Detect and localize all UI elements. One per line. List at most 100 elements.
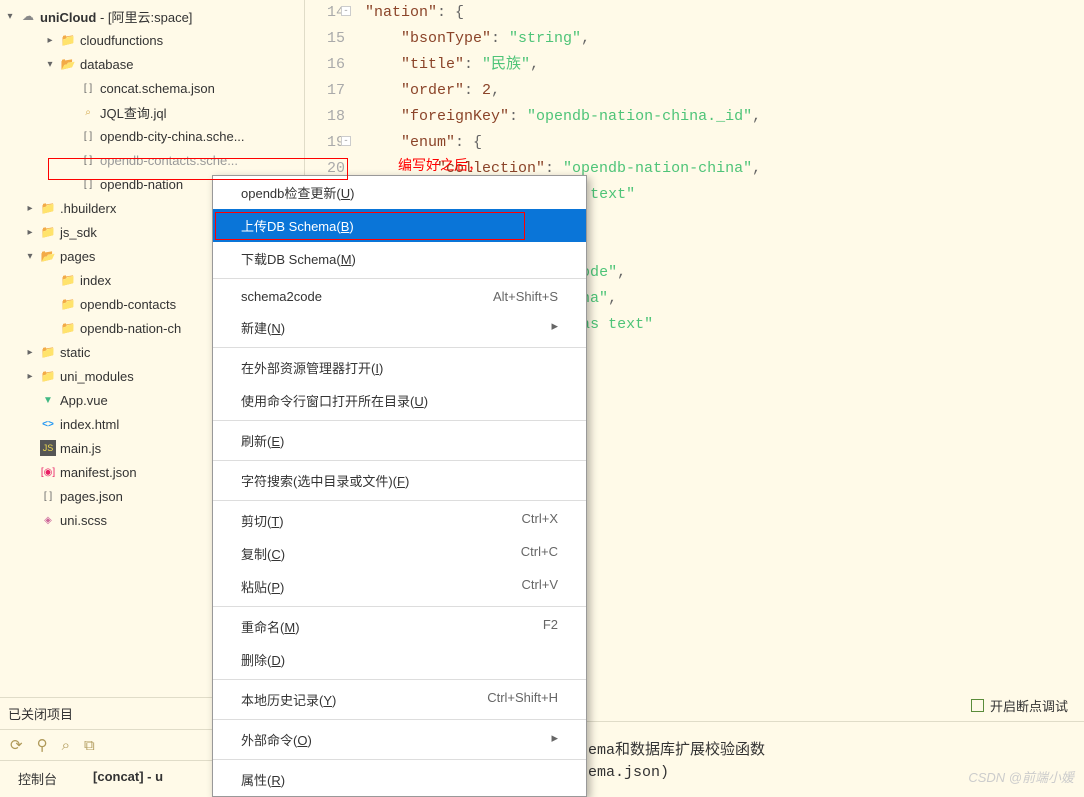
menu-item[interactable]: 属性(R) <box>213 763 586 796</box>
tree-item[interactable]: [ ] opendb-city-china.sche... <box>0 124 304 148</box>
json-icon: [ ] <box>80 128 96 144</box>
menu-separator <box>213 500 586 501</box>
line-number: 18 <box>305 104 345 130</box>
tree-item[interactable]: [ ]opendb-contacts.sche... <box>0 148 304 172</box>
breakpoint-toggle[interactable]: 开启断点调试 <box>971 696 1068 715</box>
chevron-right-icon[interactable]: ▸ <box>24 347 36 358</box>
code-line: "bsonType": "string", <box>365 26 1084 52</box>
menu-item[interactable]: 刷新(E) <box>213 424 586 457</box>
folder-icon: 📁 <box>40 344 56 360</box>
chevron-right-icon[interactable]: ▸ <box>24 371 36 382</box>
tree-root[interactable]: ▾ ☁ uniCloud - [阿里云:space] <box>0 4 304 28</box>
json-icon: [ ] <box>40 488 56 504</box>
menu-item[interactable]: 在外部资源管理器打开(I) <box>213 351 586 384</box>
shortcut-label: F2 <box>543 617 558 636</box>
menu-item[interactable]: 上传DB Schema(B) <box>213 209 586 242</box>
filter-icon[interactable]: ⚲ <box>37 736 48 754</box>
tree-item-label: pages.json <box>60 489 123 504</box>
tab-console[interactable]: 控制台 <box>0 761 75 796</box>
console-fragment: ema和数据库扩展校验函数ema.json) <box>588 740 765 784</box>
tree-item[interactable]: [ ] concat.schema.json <box>0 76 304 100</box>
chevron-down-icon[interactable]: ▾ <box>44 59 56 70</box>
chevron-right-icon[interactable]: ▸ <box>24 227 36 238</box>
menu-item-label: 属性(R) <box>241 770 285 789</box>
tree-item-label: index <box>80 273 111 288</box>
json-icon: [ ] <box>80 176 96 192</box>
chevron-down-icon[interactable]: ▾ <box>4 11 16 22</box>
menu-item[interactable]: 删除(D) <box>213 643 586 676</box>
shortcut-label: Alt+Shift+S <box>493 289 558 304</box>
menu-item-label: opendb检查更新(U) <box>241 183 354 202</box>
menu-item-label: 下载DB Schema(M) <box>241 249 356 268</box>
tree-item-label: index.html <box>60 417 119 432</box>
menu-item-label: 剪切(T) <box>241 511 284 530</box>
menu-item-label: 在外部资源管理器打开(I) <box>241 358 383 377</box>
sync-icon[interactable]: ⟳ <box>10 736 23 754</box>
folder-icon: 📁 <box>40 224 56 240</box>
checkbox-icon[interactable] <box>971 699 984 712</box>
menu-item-label: 复制(C) <box>241 544 285 563</box>
scss-icon: ◈ <box>40 512 56 528</box>
tree-item-label: static <box>60 345 90 360</box>
folder-icon: 📁 <box>40 368 56 384</box>
menu-item[interactable]: 使用命令行窗口打开所在目录(U) <box>213 384 586 417</box>
chevron-down-icon[interactable]: ▾ <box>24 251 36 262</box>
code-line: "nation": { <box>365 0 1084 26</box>
menu-item[interactable]: 下载DB Schema(M) <box>213 242 586 275</box>
tree-item-label: pages <box>60 249 95 264</box>
menu-item[interactable]: 本地历史记录(Y) Ctrl+Shift+H <box>213 683 586 716</box>
fold-icon[interactable]: - <box>341 6 351 16</box>
tree-item[interactable]: ▾📂database <box>0 52 304 76</box>
chevron-right-icon: ▸ <box>551 318 558 337</box>
menu-item[interactable]: 外部命令(O)▸ <box>213 723 586 756</box>
tree-item-label: opendb-city-china.sche... <box>100 129 245 144</box>
search-icon[interactable]: ⌕ <box>62 737 70 754</box>
json-icon: [ ] <box>80 80 96 96</box>
tab-concat[interactable]: [concat] - u <box>75 761 181 796</box>
fold-icon[interactable]: - <box>341 136 351 146</box>
menu-separator <box>213 719 586 720</box>
tree-item-label: manifest.json <box>60 465 137 480</box>
context-menu[interactable]: opendb检查更新(U) 上传DB Schema(B) 下载DB Schema(M… <box>212 175 587 797</box>
link-icon[interactable]: ⧉ <box>84 737 95 754</box>
shortcut-label: Ctrl+X <box>522 511 558 530</box>
tree-item-label: js_sdk <box>60 225 97 240</box>
chevron-right-icon[interactable]: ▸ <box>44 35 56 46</box>
tree-item-label: App.vue <box>60 393 108 408</box>
menu-separator <box>213 606 586 607</box>
tree-item[interactable]: ▸ 📁 cloudfunctions <box>0 28 304 52</box>
code-line: "foreignKey": "opendb-nation-china._id", <box>365 104 1084 130</box>
tree-item-label: opendb-nation <box>100 177 183 192</box>
code-line: "enum": { <box>365 130 1084 156</box>
tree-item-label: opendb-contacts <box>80 297 176 312</box>
menu-item[interactable]: 剪切(T) Ctrl+X <box>213 504 586 537</box>
menu-item-label: 使用命令行窗口打开所在目录(U) <box>241 391 428 410</box>
js-icon: JS <box>40 440 56 456</box>
menu-item[interactable]: 新建(N)▸ <box>213 311 586 344</box>
menu-separator <box>213 420 586 421</box>
menu-separator <box>213 759 586 760</box>
shortcut-label: Ctrl+Shift+H <box>487 690 558 709</box>
line-number: 16 <box>305 52 345 78</box>
folder-icon: 📁 <box>60 32 76 48</box>
tree-item-label: opendb-contacts.sche... <box>100 153 238 168</box>
menu-item[interactable]: 粘贴(P)Ctrl+V <box>213 570 586 603</box>
menu-item[interactable]: 重命名(M)F2 <box>213 610 586 643</box>
tree-item-label: cloudfunctions <box>80 33 163 48</box>
menu-item[interactable]: 字符搜索(选中目录或文件)(F) <box>213 464 586 497</box>
tree-item-label: concat.schema.json <box>100 81 215 96</box>
tree-item[interactable]: ⌕JQL查询.jql <box>0 100 304 124</box>
tree-item-label: opendb-nation-ch <box>80 321 181 336</box>
menu-item-label: 本地历史记录(Y) <box>241 690 336 709</box>
menu-item[interactable]: 复制(C)Ctrl+C <box>213 537 586 570</box>
menu-item[interactable]: opendb检查更新(U) <box>213 176 586 209</box>
folder-open-icon: 📂 <box>40 248 56 264</box>
tree-item-label: .hbuilderx <box>60 201 116 216</box>
tree-item-label: JQL查询.jql <box>100 103 166 122</box>
menu-separator <box>213 347 586 348</box>
folder-icon: 📁 <box>40 200 56 216</box>
menu-item[interactable]: schema2codeAlt+Shift+S <box>213 282 586 311</box>
line-number: 14- <box>305 0 345 26</box>
folder-icon: 📁 <box>60 296 76 312</box>
chevron-right-icon[interactable]: ▸ <box>24 203 36 214</box>
